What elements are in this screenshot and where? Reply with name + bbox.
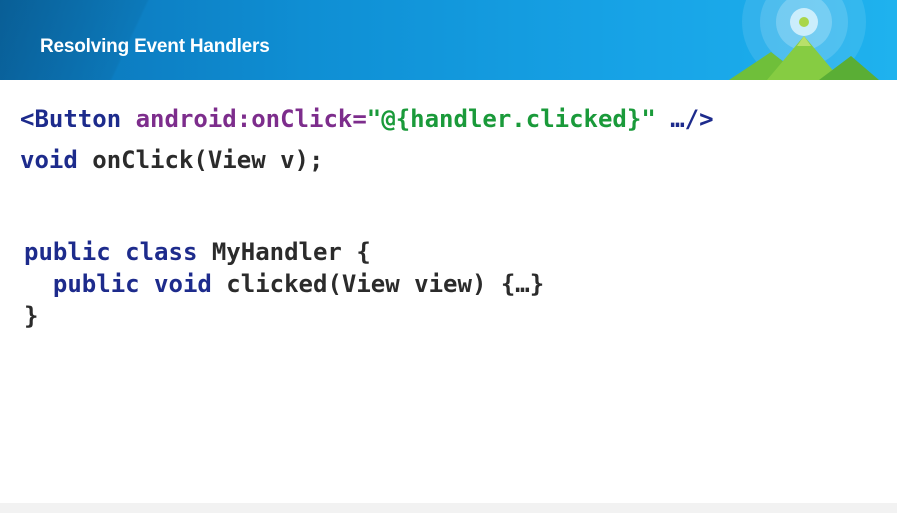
- keyword: void: [20, 146, 78, 174]
- code-text: onClick(View v);: [77, 146, 324, 174]
- code-block: <Button android:onClick="@{handler.click…: [0, 80, 897, 388]
- keyword: public void: [52, 270, 212, 298]
- code-text: MyHandler {: [197, 238, 371, 266]
- code-line-method-decl: public void clicked(View view) {…}: [24, 269, 544, 299]
- code-line-onclick-signature: void onClick(View v);: [20, 145, 323, 175]
- code-line-class-close: }: [24, 301, 38, 331]
- xml-attribute: android:onClick=: [121, 105, 367, 133]
- bottom-strip: [0, 503, 897, 513]
- mountain-logo-icon: [729, 0, 879, 80]
- keyword: public class: [24, 238, 198, 266]
- code-text: clicked(View view) {…}: [211, 270, 545, 298]
- code-line-class-decl: public class MyHandler {: [24, 237, 371, 267]
- xml-attribute-value: "@{handler.clicked}": [366, 105, 656, 133]
- slide-title: Resolving Event Handlers: [40, 36, 270, 57]
- code-text: }: [24, 302, 39, 330]
- slide: Resolving Event Handlers <Button android…: [0, 0, 897, 513]
- xml-tag-close: …/>: [655, 105, 714, 133]
- code-line-button-xml: <Button android:onClick="@{handler.click…: [20, 104, 714, 134]
- slide-header: Resolving Event Handlers: [0, 0, 897, 80]
- xml-tag-open: <Button: [20, 105, 122, 133]
